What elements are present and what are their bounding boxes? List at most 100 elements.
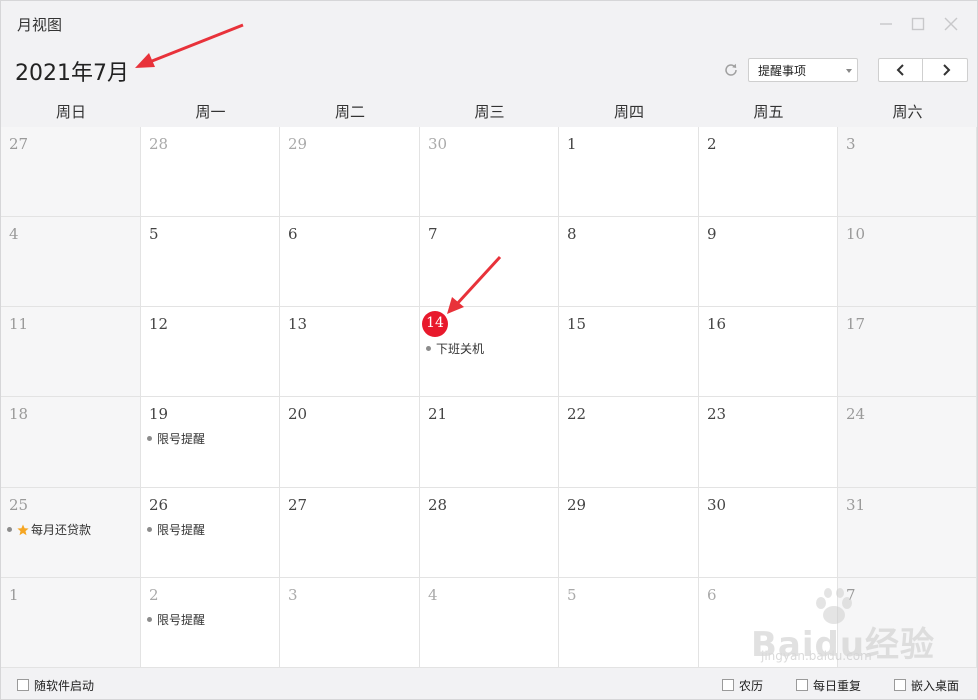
day-cell[interactable]: 3 <box>838 127 977 217</box>
day-cell[interactable]: 28 <box>141 127 280 217</box>
reminder-type-select[interactable]: 提醒事项 <box>748 58 858 82</box>
event-item[interactable]: 每月还贷款 <box>7 521 91 538</box>
day-number: 3 <box>846 135 856 153</box>
day-number: 19 <box>149 405 169 423</box>
day-cell[interactable]: 15 <box>559 307 699 397</box>
day-cell[interactable]: 1 <box>559 127 699 217</box>
footer-bar: 随软件启动 农历 每日重复 嵌入桌面 <box>1 668 977 699</box>
day-cell[interactable]: 16 <box>699 307 838 397</box>
day-number: 11 <box>9 315 29 333</box>
day-cell[interactable]: 28 <box>420 488 559 578</box>
day-cell[interactable]: 9 <box>699 217 838 307</box>
day-number: 12 <box>149 315 169 333</box>
bullet-icon <box>147 436 152 441</box>
day-cell[interactable]: 11 <box>1 307 141 397</box>
day-cell[interactable]: 29 <box>559 488 699 578</box>
weekday-label: 周五 <box>753 103 784 121</box>
calendar-header: 2021年7月 提醒事项 <box>1 47 977 93</box>
day-cell[interactable]: 7 <box>838 578 977 668</box>
day-cell[interactable]: 1 <box>1 578 141 668</box>
day-cell[interactable]: 3 <box>280 578 420 668</box>
day-cell[interactable]: 2 <box>699 127 838 217</box>
day-cell[interactable]: 2 限号提醒 <box>141 578 280 668</box>
embed-desktop-checkbox[interactable]: 嵌入桌面 <box>894 677 959 693</box>
day-cell[interactable]: 17 <box>838 307 977 397</box>
lunar-checkbox-box[interactable] <box>722 678 734 691</box>
day-cell[interactable]: 4 <box>1 217 141 307</box>
minimize-icon[interactable] <box>877 15 895 33</box>
star-icon <box>17 524 29 536</box>
day-number: 13 <box>288 315 308 333</box>
event-text: 限号提醒 <box>157 432 206 446</box>
event-item[interactable]: 限号提醒 <box>147 611 205 628</box>
day-number: 22 <box>567 405 587 423</box>
title-bar: 月视图 <box>1 1 977 47</box>
day-cell[interactable]: 30 <box>420 127 559 217</box>
day-number: 4 <box>9 225 19 243</box>
day-cell[interactable]: 31 <box>838 488 977 578</box>
bullet-icon <box>147 527 152 532</box>
day-cell[interactable]: 23 <box>699 397 838 488</box>
day-cell[interactable]: 6 <box>280 217 420 307</box>
day-cell[interactable]: 10 <box>838 217 977 307</box>
day-cell[interactable]: 8 <box>559 217 699 307</box>
day-cell[interactable]: 26 限号提醒 <box>141 488 280 578</box>
lunar-checkbox[interactable]: 农历 <box>722 677 763 693</box>
daily-repeat-checkbox[interactable]: 每日重复 <box>796 677 861 693</box>
daily-repeat-checkbox-box[interactable] <box>796 678 808 691</box>
previous-month-button[interactable] <box>879 59 923 81</box>
day-number: 9 <box>707 225 717 243</box>
day-cell[interactable]: 19 限号提醒 <box>141 397 280 488</box>
day-cell[interactable]: 22 <box>559 397 699 488</box>
day-cell[interactable]: 20 <box>280 397 420 488</box>
day-number: 1 <box>9 586 19 604</box>
day-cell[interactable]: 14 下班关机 <box>420 307 559 397</box>
day-cell[interactable]: 30 <box>699 488 838 578</box>
month-grid: 27 28 29 30 1 2 3 4 5 6 7 8 9 10 11 12 13 14 下班关机 15 16 17 18 1… <box>1 127 977 668</box>
day-number: 28 <box>428 496 448 514</box>
day-cell[interactable]: 21 <box>420 397 559 488</box>
event-text: 限号提醒 <box>157 523 206 537</box>
weekday-label: 周二 <box>334 103 365 121</box>
day-number: 27 <box>9 135 29 153</box>
day-cell[interactable]: 5 <box>559 578 699 668</box>
close-icon[interactable] <box>942 15 960 33</box>
event-item[interactable]: 限号提醒 <box>147 430 205 447</box>
event-text: 下班关机 <box>436 342 485 356</box>
day-cell[interactable]: 7 <box>420 217 559 307</box>
event-item[interactable]: 下班关机 <box>426 340 484 357</box>
day-cell[interactable]: 24 <box>838 397 977 488</box>
day-cell[interactable]: 13 <box>280 307 420 397</box>
day-number: 10 <box>846 225 866 243</box>
day-cell[interactable]: 18 <box>1 397 141 488</box>
day-number: 23 <box>707 405 727 423</box>
day-number: 30 <box>707 496 727 514</box>
day-number: 8 <box>567 225 577 243</box>
day-cell[interactable]: 29 <box>280 127 420 217</box>
day-cell[interactable]: 5 <box>141 217 280 307</box>
event-item[interactable]: 限号提醒 <box>147 521 205 538</box>
day-number: 7 <box>428 225 438 243</box>
autostart-checkbox-box[interactable] <box>17 678 29 691</box>
day-cell[interactable]: 6 <box>699 578 838 668</box>
day-cell[interactable]: 25 每月还贷款 <box>1 488 141 578</box>
day-cell[interactable]: 27 <box>1 127 141 217</box>
weekday-label: 周一 <box>195 103 226 121</box>
refresh-icon[interactable] <box>723 62 739 78</box>
reminder-type-value: 提醒事项 <box>758 64 807 78</box>
event-text: 每月还贷款 <box>31 523 92 537</box>
day-cell[interactable]: 4 <box>420 578 559 668</box>
bullet-icon <box>147 617 152 622</box>
embed-desktop-label: 嵌入桌面 <box>911 679 960 693</box>
next-month-button[interactable] <box>924 59 968 81</box>
day-cell[interactable]: 12 <box>141 307 280 397</box>
day-number: 26 <box>149 496 169 514</box>
autostart-checkbox[interactable]: 随软件启动 <box>17 677 94 693</box>
embed-desktop-checkbox-box[interactable] <box>894 678 906 691</box>
month-view-window: 月视图 2021年7月 提醒事项 周日 周一 周二 周三 周四 周五 周六 27… <box>0 0 978 700</box>
day-number: 7 <box>846 586 856 604</box>
maximize-icon[interactable] <box>909 15 927 33</box>
day-cell[interactable]: 27 <box>280 488 420 578</box>
day-number: 6 <box>707 586 717 604</box>
day-number: 1 <box>567 135 577 153</box>
